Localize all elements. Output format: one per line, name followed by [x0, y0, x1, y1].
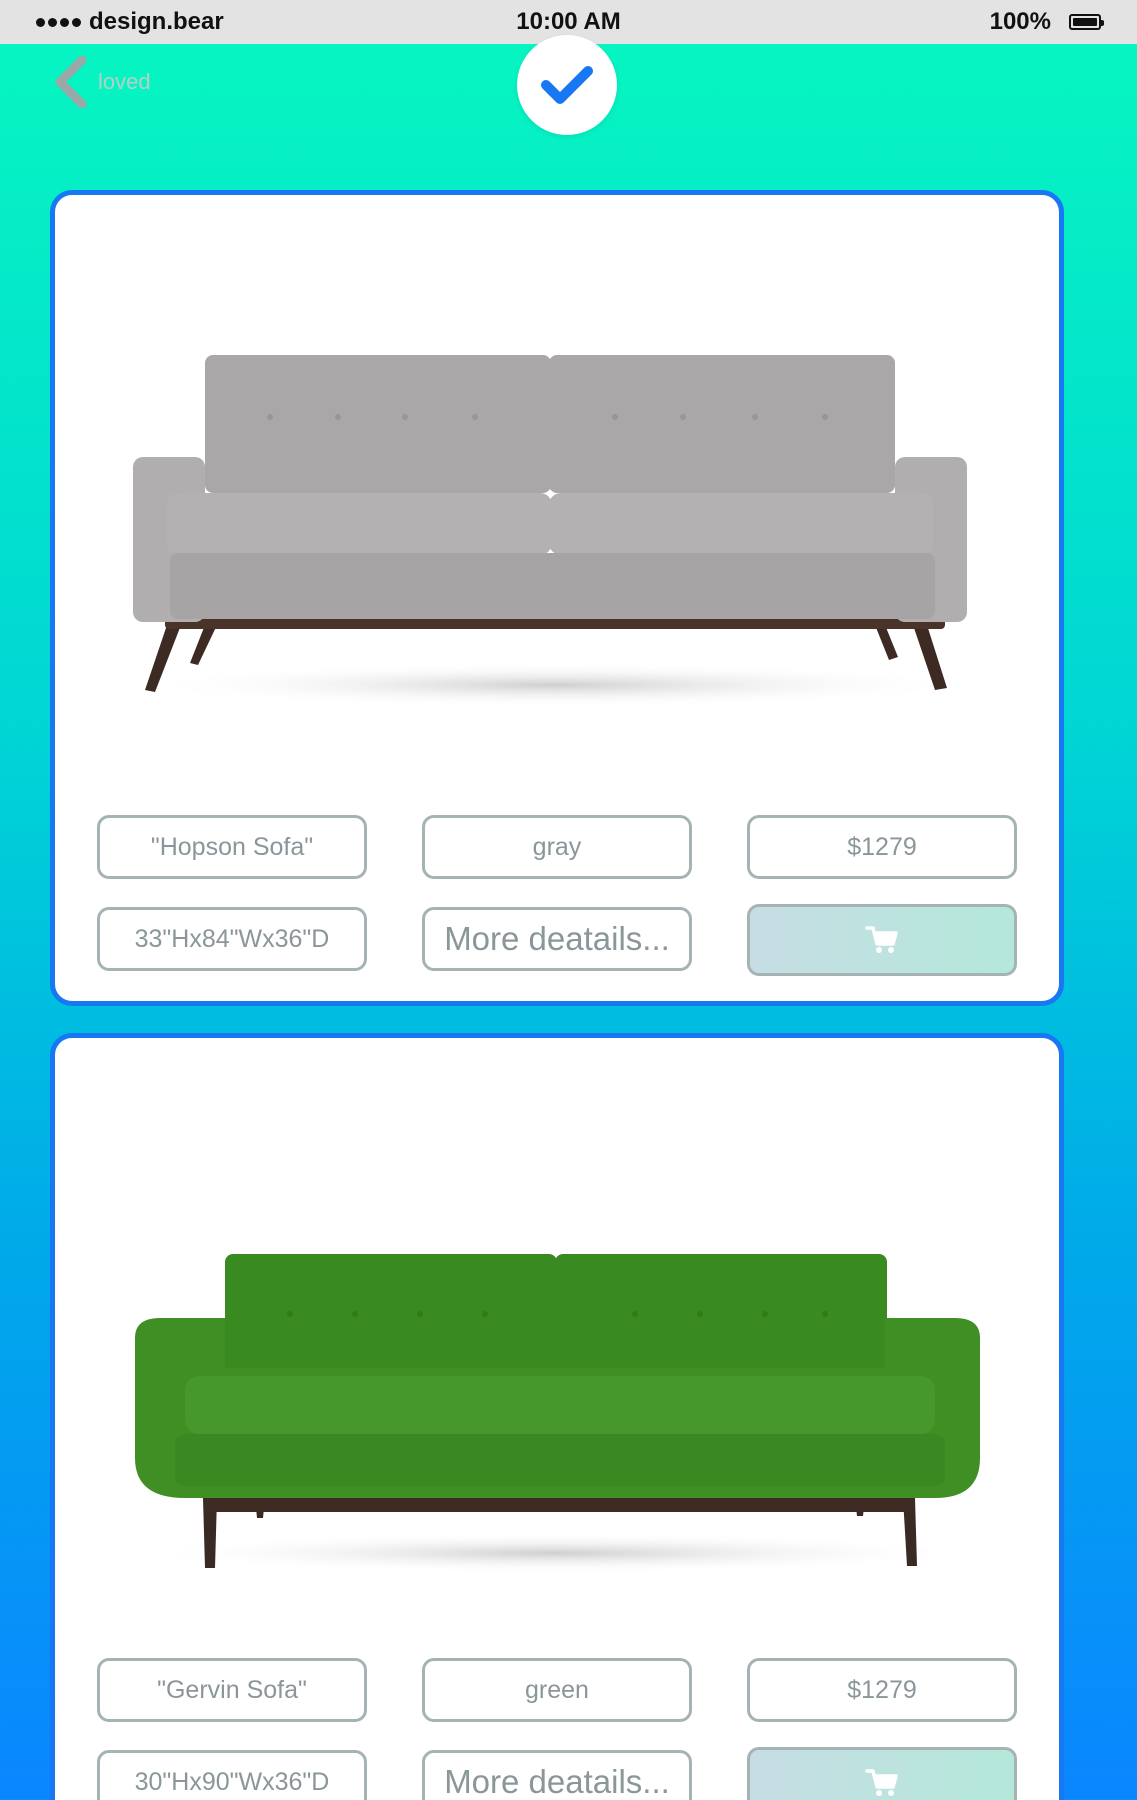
product-card[interactable]: "Gervin Sofa" green $1279 30"Hx90"Wx36"D… [50, 1033, 1064, 1800]
check-icon [541, 66, 593, 104]
add-to-cart-button[interactable] [747, 1747, 1017, 1800]
battery-percent: 100% [989, 8, 1051, 35]
confirm-button[interactable] [517, 35, 617, 135]
carrier-name: design.bear [89, 8, 224, 35]
sofa-image [135, 1254, 980, 1573]
product-name-field: "Gervin Sofa" [97, 1658, 367, 1722]
product-image [55, 1038, 1059, 1603]
add-to-cart-button[interactable] [747, 904, 1017, 976]
battery-icon [1069, 14, 1104, 30]
product-card[interactable]: "Hopson Sofa" gray $1279 33"Hx84"Wx36"D … [50, 190, 1064, 1006]
product-image [55, 195, 1059, 760]
cart-icon [865, 1769, 898, 1796]
signal-icon [36, 17, 81, 27]
more-details-button[interactable]: More deatails... [422, 1750, 692, 1800]
status-battery-group: 100% [989, 8, 1104, 36]
more-details-button[interactable]: More deatails... [422, 907, 692, 971]
product-price-field: $1279 [747, 815, 1017, 879]
cart-icon [865, 926, 898, 953]
product-name-field: "Hopson Sofa" [97, 815, 367, 879]
status-carrier-group: design.bear [36, 8, 224, 36]
product-price-field: $1279 [747, 1658, 1017, 1722]
sofa-image [133, 355, 975, 707]
chevron-left-icon [55, 56, 87, 108]
back-label: loved [98, 69, 151, 94]
product-dimensions-field: 30"Hx90"Wx36"D [97, 1750, 367, 1800]
product-color-field: gray [422, 815, 692, 879]
product-dimensions-field: 33"Hx84"Wx36"D [97, 907, 367, 971]
product-color-field: green [422, 1658, 692, 1722]
back-button[interactable]: loved [52, 56, 151, 108]
